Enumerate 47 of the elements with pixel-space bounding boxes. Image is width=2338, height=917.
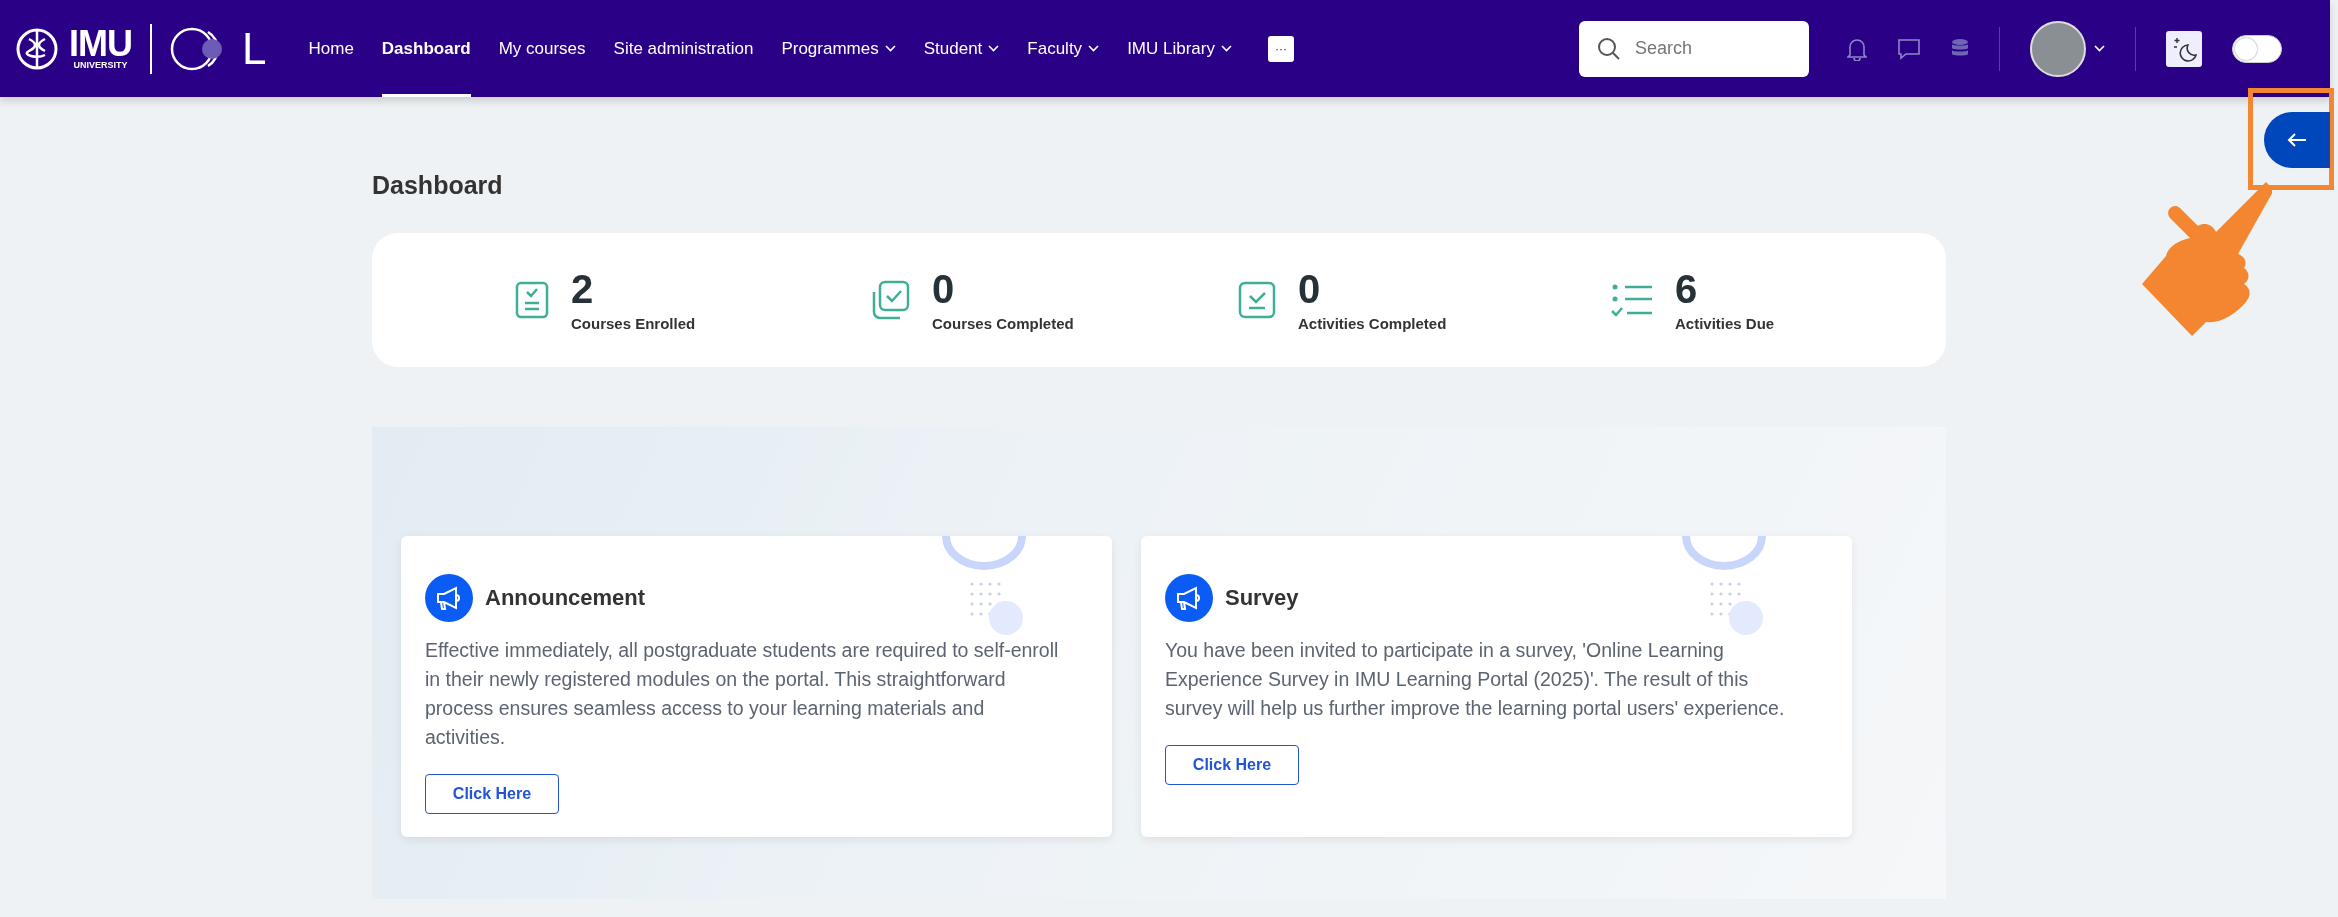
megaphone-icon (1165, 574, 1213, 622)
logo-subtitle: UNIVERSITY (73, 59, 128, 70)
toggle-switch[interactable] (2232, 34, 2282, 63)
logo-wordmark: IMU (69, 27, 132, 60)
chat-icon[interactable] (1897, 37, 1921, 60)
nav-dropdown[interactable]: IMU Library (1127, 0, 1232, 97)
stat-label: Courses Enrolled (571, 314, 696, 332)
click-here-button[interactable]: Click Here (1165, 745, 1299, 785)
stat-value: 2 (571, 268, 595, 309)
stat-label: Activities Completed (1298, 314, 1447, 332)
moon-stars-icon (2171, 35, 2197, 62)
caret-icon (1088, 45, 1100, 52)
nav-link[interactable]: My courses (498, 0, 586, 97)
search-field[interactable]: Search (1579, 20, 1809, 77)
checkbox-icon (1238, 281, 1276, 319)
nav-dropdown[interactable]: Student (923, 0, 1000, 97)
nav-link[interactable]: Home (308, 0, 354, 97)
notice-text: You have been invited to participate in a survey, 'Online Learning Experience Survey in IMU Learning Portal (2025)'. The result of this survey will help us further improve the learning portal users' experience. (1165, 638, 1786, 721)
bell-icon[interactable] (1847, 36, 1867, 61)
stat-label: Courses Completed (932, 314, 1074, 332)
nav-link[interactable]: Dashboard (381, 0, 471, 97)
checklist-icon (1611, 283, 1653, 317)
stacked-check-icon (870, 280, 910, 320)
drawer-toggle-button[interactable] (2264, 112, 2330, 168)
stat-label: Activities Due (1675, 314, 1775, 332)
nav-dropdown[interactable]: Faculty (1027, 0, 1100, 97)
user-avatar[interactable] (2030, 20, 2086, 77)
caret-icon (2094, 45, 2105, 52)
clipboard-check-icon (515, 281, 549, 319)
nav-dropdown[interactable]: Programmes (781, 0, 896, 97)
more-button[interactable]: ··· (1268, 35, 1294, 62)
stat-value: 0 (1298, 268, 1322, 309)
stat-value: 6 (1675, 268, 1699, 309)
stat-value: 0 (932, 268, 956, 309)
nav-link[interactable]: Site administration (613, 0, 754, 97)
megaphone-icon (425, 574, 473, 622)
page-title: Dashboard (372, 171, 504, 201)
logo-letter: L (242, 26, 267, 71)
notice-title: Announcement (485, 585, 646, 611)
caret-icon (884, 45, 896, 52)
caret-icon (1221, 45, 1232, 52)
notice-text: Effective immediately, all postgraduate students are required to self-enroll in their newly registered modules on the portal. This straightforward process ensures seamless access to your learning materials and activities. (425, 638, 1060, 750)
notice-title: Survey (1225, 585, 1299, 611)
caret-icon (988, 45, 1000, 52)
dark-mode-button[interactable] (2166, 30, 2202, 67)
click-here-button[interactable]: Click Here (425, 774, 559, 814)
arrow-left-icon (2287, 132, 2307, 148)
